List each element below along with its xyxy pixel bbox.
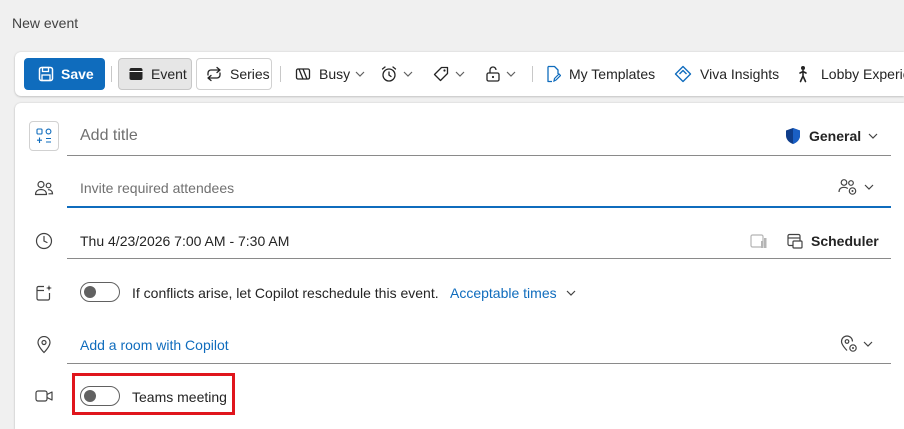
chevron-down-icon — [864, 184, 874, 190]
room-finder-icon[interactable] — [749, 232, 767, 250]
calendar-sparkle-icon — [34, 283, 54, 303]
clock-icon — [34, 231, 54, 251]
attendees-underline — [67, 206, 891, 208]
save-label: Save — [61, 66, 94, 82]
location-settings-icon — [840, 335, 858, 353]
viva-insights-label: Viva Insights — [700, 66, 780, 82]
show-as-dropdown[interactable]: Busy — [295, 58, 365, 90]
privacy-dropdown[interactable] — [485, 58, 516, 90]
copilot-reschedule-toggle[interactable] — [80, 282, 120, 302]
acceptable-times-label: Acceptable times — [450, 285, 557, 301]
apps-shapes-icon[interactable] — [29, 121, 59, 151]
copilot-reschedule-label: If conflicts arise, let Copilot reschedu… — [132, 285, 439, 301]
categorize-dropdown[interactable] — [432, 58, 465, 90]
lobby-experience-button[interactable]: Lobby Experie — [796, 58, 904, 90]
chevron-down-icon — [455, 71, 465, 77]
chevron-down-icon — [403, 71, 413, 77]
toolbar-divider — [532, 66, 533, 82]
location-options-dropdown[interactable] — [840, 335, 873, 353]
event-button[interactable]: Event — [118, 58, 192, 90]
title-bar: New event — [0, 0, 904, 46]
show-as-busy-icon — [295, 66, 311, 82]
unlock-icon — [485, 65, 501, 83]
chevron-down-icon — [566, 290, 576, 296]
chevron-down-icon — [355, 71, 365, 77]
viva-insights-icon — [674, 65, 692, 83]
event-label: Event — [151, 66, 187, 82]
repeat-icon — [205, 66, 223, 82]
window-title: New event — [12, 15, 79, 31]
attendee-options-dropdown[interactable] — [838, 178, 874, 196]
series-button[interactable]: Series — [196, 58, 272, 90]
my-templates-button[interactable]: My Templates — [545, 58, 655, 90]
document-edit-icon — [545, 65, 561, 83]
category-label: General — [809, 128, 862, 144]
attendees-input[interactable]: Invite required attendees — [80, 180, 234, 196]
highlight-box — [72, 373, 235, 415]
my-templates-label: My Templates — [569, 66, 656, 82]
add-room-link[interactable]: Add a room with Copilot — [80, 337, 229, 353]
save-button[interactable]: Save — [24, 58, 105, 90]
chevron-down-icon — [506, 71, 516, 77]
category-dropdown[interactable]: General — [785, 127, 878, 145]
chevron-down-icon — [863, 341, 873, 347]
datetime-field[interactable]: Thu 4/23/2026 7:00 AM - 7:30 AM — [80, 233, 289, 249]
reminder-dropdown[interactable] — [380, 58, 413, 90]
location-pin-icon — [34, 335, 54, 355]
shield-icon — [785, 127, 801, 145]
lobby-experience-label: Lobby Experie — [821, 66, 904, 82]
people-settings-icon — [838, 178, 858, 196]
calendar-icon — [128, 66, 144, 82]
alarm-clock-icon — [380, 65, 398, 83]
scheduler-label: Scheduler — [811, 233, 879, 249]
series-label: Series — [230, 66, 270, 82]
event-form: Add title General Invite required attend… — [15, 103, 904, 429]
people-icon — [34, 179, 54, 197]
tag-icon — [432, 65, 450, 83]
save-icon — [38, 66, 54, 82]
acceptable-times-dropdown[interactable]: Acceptable times — [450, 285, 576, 301]
chevron-down-icon — [868, 133, 878, 139]
toolbar-divider — [280, 66, 281, 82]
command-toolbar: Save Event Series Busy My Templates Viva… — [15, 52, 904, 96]
video-camera-icon — [34, 387, 54, 405]
title-input[interactable]: Add title — [80, 127, 138, 145]
viva-insights-button[interactable]: Viva Insights — [674, 58, 779, 90]
location-underline — [67, 363, 891, 364]
scheduler-button[interactable]: Scheduler — [786, 232, 879, 250]
datetime-underline — [67, 258, 891, 259]
busy-label: Busy — [319, 66, 351, 82]
title-underline — [67, 155, 891, 156]
scheduler-icon — [786, 232, 804, 250]
person-standing-icon — [796, 65, 810, 83]
toolbar-divider — [111, 66, 112, 82]
toggle-knob — [84, 286, 96, 298]
